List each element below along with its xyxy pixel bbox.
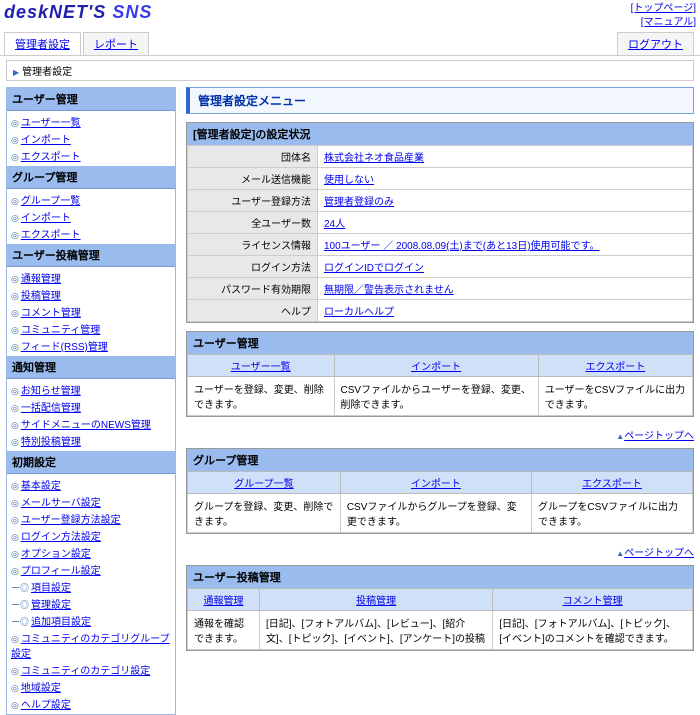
- sidebar-subitem[interactable]: 追加項目設定: [11, 612, 171, 629]
- section-head: グループ管理: [187, 449, 693, 471]
- sidebar-item[interactable]: グループ一覧: [11, 191, 171, 208]
- status-key: メール送信機能: [188, 168, 318, 190]
- status-key: パスワード有効期限: [188, 278, 318, 300]
- section-col-head[interactable]: 投稿管理: [259, 589, 492, 611]
- section-col-head[interactable]: インポート: [334, 355, 538, 377]
- status-key: ユーザー登録方法: [188, 190, 318, 212]
- section-col-desc: ユーザーをCSVファイルに出力できます。: [538, 377, 692, 416]
- sidebar-item[interactable]: ユーザー登録方法設定: [11, 510, 171, 527]
- sidebar-item[interactable]: コメント管理: [11, 303, 171, 320]
- status-value: 株式会社ネオ食品産業: [318, 146, 693, 168]
- breadcrumb: 管理者設定: [6, 60, 694, 81]
- sidebar-head: 通知管理: [7, 356, 175, 379]
- status-value: 管理者登録のみ: [318, 190, 693, 212]
- sidebar-item[interactable]: エクスポート: [11, 225, 171, 242]
- sidebar-item[interactable]: インポート: [11, 130, 171, 147]
- pagetop-link[interactable]: ページトップへ: [624, 548, 694, 559]
- sidebar-item[interactable]: 一括配信管理: [11, 398, 171, 415]
- sidebar-item[interactable]: サイドメニューのNEWS管理: [11, 415, 171, 432]
- sidebar-head: ユーザー投稿管理: [7, 244, 175, 267]
- section-panel: グループ管理グループ一覧インポートエクスポートグループを登録、変更、削除できます…: [186, 448, 694, 534]
- section-col-head[interactable]: コメント管理: [493, 589, 693, 611]
- sidebar-head: 初期設定: [7, 451, 175, 474]
- sidebar-item[interactable]: オプション設定: [11, 544, 171, 561]
- status-value: 100ユーザー ／ 2008.08.09(土)まで(あと13日)使用可能です。: [318, 234, 693, 256]
- sidebar-item[interactable]: 基本設定: [11, 476, 171, 493]
- status-value: 使用しない: [318, 168, 693, 190]
- section-col-head[interactable]: インポート: [340, 472, 531, 494]
- sidebar-item[interactable]: プロフィール設定: [11, 561, 171, 578]
- pagetop-link[interactable]: ページトップへ: [624, 431, 694, 442]
- sidebar-item[interactable]: 通報管理: [11, 269, 171, 286]
- status-key: ライセンス情報: [188, 234, 318, 256]
- status-key: ログイン方法: [188, 256, 318, 278]
- sidebar-item[interactable]: エクスポート: [11, 147, 171, 164]
- logo: deskNET'S SNS: [4, 2, 152, 23]
- status-value: ログインIDでログイン: [318, 256, 693, 278]
- sidebar-item[interactable]: コミュニティ管理: [11, 320, 171, 337]
- sidebar-item[interactable]: 投稿管理: [11, 286, 171, 303]
- status-key: 全ユーザー数: [188, 212, 318, 234]
- sidebar-item[interactable]: コミュニティのカテゴリ設定: [11, 661, 171, 678]
- section-col-desc: CSVファイルからユーザーを登録、変更、削除できます。: [334, 377, 538, 416]
- sidebar-item[interactable]: メールサーバ設定: [11, 493, 171, 510]
- section-col-desc: CSVファイルからグループを登録、変更できます。: [340, 494, 531, 533]
- sidebar-item[interactable]: 特別投稿管理: [11, 432, 171, 449]
- sidebar: ユーザー管理ユーザー一覧インポートエクスポートグループ管理グループ一覧インポート…: [6, 87, 176, 715]
- section-head: ユーザー投稿管理: [187, 566, 693, 588]
- sidebar-item[interactable]: フィード(RSS)管理: [11, 337, 171, 354]
- section-col-desc: グループをCSVファイルに出力できます。: [532, 494, 693, 533]
- sidebar-item[interactable]: コミュニティのカテゴリグループ設定: [11, 629, 171, 661]
- sidebar-subitem[interactable]: 管理設定: [11, 595, 171, 612]
- tab-logout[interactable]: ログアウト: [617, 32, 694, 55]
- sidebar-subitem[interactable]: 項目設定: [11, 578, 171, 595]
- section-col-desc: 通報を確認できます。: [188, 611, 260, 650]
- status-key: 団体名: [188, 146, 318, 168]
- section-col-head[interactable]: グループ一覧: [188, 472, 341, 494]
- sidebar-head: ユーザー管理: [7, 88, 175, 111]
- section-col-desc: ユーザーを登録、変更、削除できます。: [188, 377, 335, 416]
- tab-report[interactable]: レポート: [83, 32, 149, 55]
- section-col-desc: [日記]、[フォトアルバム]、[トピック]、[イベント]のコメントを確認できます…: [493, 611, 693, 650]
- section-panel: ユーザー管理ユーザー一覧インポートエクスポートユーザーを登録、変更、削除できます…: [186, 331, 694, 417]
- section-head: ユーザー管理: [187, 332, 693, 354]
- section-col-head[interactable]: エクスポート: [532, 472, 693, 494]
- section-col-head[interactable]: エクスポート: [538, 355, 692, 377]
- sidebar-item[interactable]: ヘルプ設定: [11, 695, 171, 712]
- header-links: [トップページ] [マニュアル]: [631, 2, 696, 30]
- sidebar-item[interactable]: ユーザー一覧: [11, 113, 171, 130]
- status-value: ローカルヘルプ: [318, 300, 693, 322]
- link-manual[interactable]: [マニュアル]: [641, 17, 696, 28]
- sidebar-head: グループ管理: [7, 166, 175, 189]
- status-key: ヘルプ: [188, 300, 318, 322]
- status-panel: [管理者設定]の設定状況 団体名株式会社ネオ食品産業メール送信機能使用しないユー…: [186, 122, 694, 323]
- section-col-head[interactable]: ユーザー一覧: [188, 355, 335, 377]
- sidebar-item[interactable]: ログイン方法設定: [11, 527, 171, 544]
- sidebar-item[interactable]: 地域設定: [11, 678, 171, 695]
- status-head: [管理者設定]の設定状況: [187, 123, 693, 145]
- link-toppage[interactable]: [トップページ]: [631, 3, 696, 14]
- status-value: 24人: [318, 212, 693, 234]
- section-col-desc: グループを登録、変更、削除できます。: [188, 494, 341, 533]
- section-col-desc: [日記]、[フォトアルバム]、[レビュー]、[紹介文]、[トピック]、[イベント…: [259, 611, 492, 650]
- tab-admin[interactable]: 管理者設定: [4, 32, 81, 55]
- status-value: 無期限／警告表示されません: [318, 278, 693, 300]
- page-title: 管理者設定メニュー: [186, 87, 694, 114]
- sidebar-item[interactable]: お知らせ管理: [11, 381, 171, 398]
- section-panel: ユーザー投稿管理通報管理投稿管理コメント管理通報を確認できます。[日記]、[フォ…: [186, 565, 694, 651]
- section-col-head[interactable]: 通報管理: [188, 589, 260, 611]
- sidebar-item[interactable]: インポート: [11, 208, 171, 225]
